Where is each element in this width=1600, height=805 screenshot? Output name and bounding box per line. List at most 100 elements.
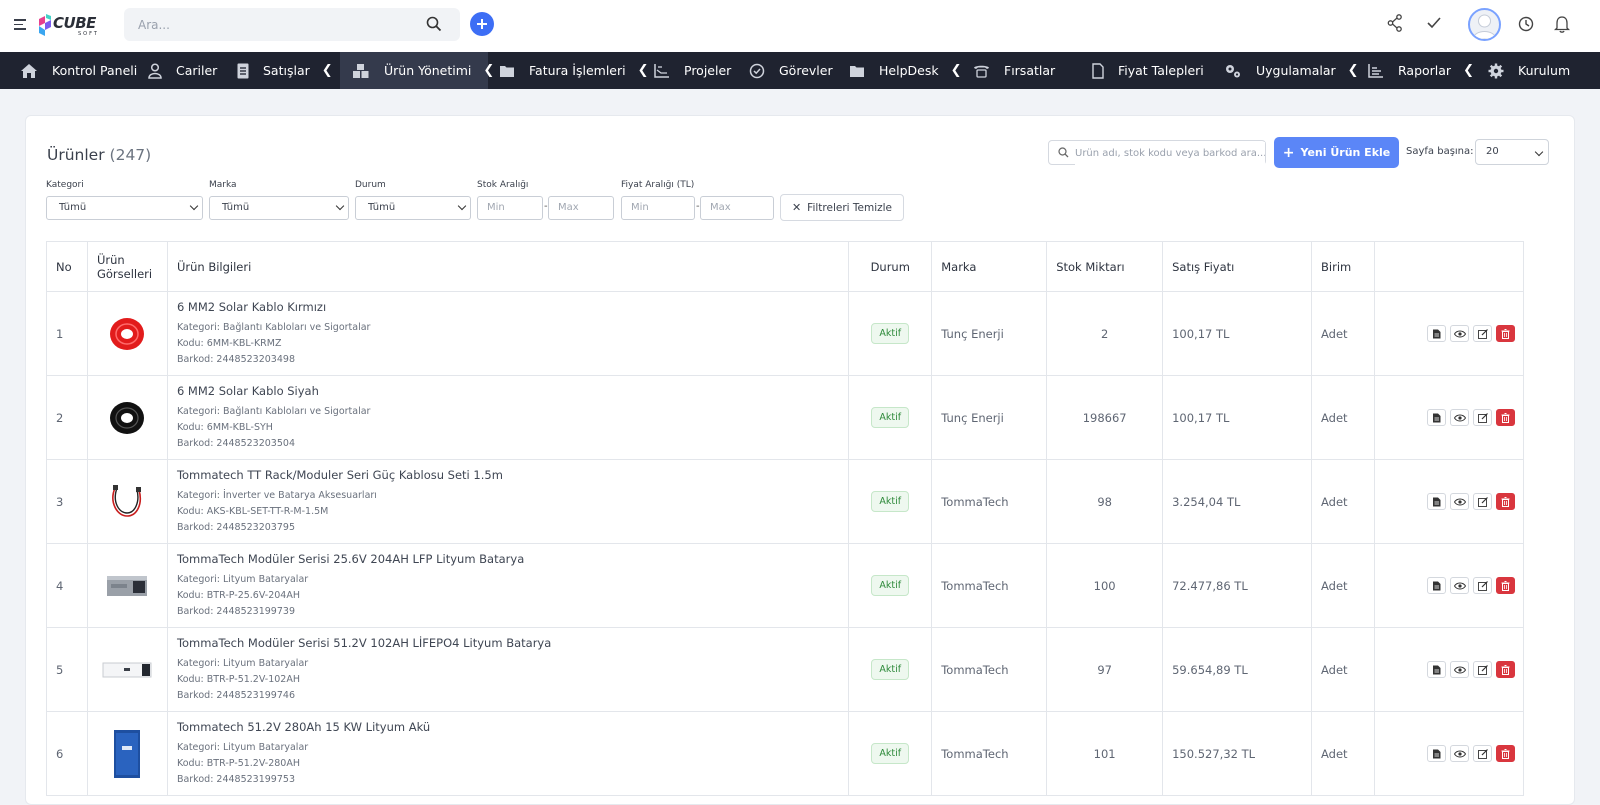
nav-item-helpdesk[interactable]: HelpDesk ❮: [849, 52, 961, 89]
checkmark-icon[interactable]: [1427, 17, 1441, 29]
nav-item-fatura-islemleri[interactable]: Fatura İşlemleri ❮: [499, 52, 649, 89]
stok-max-input[interactable]: Max: [548, 196, 614, 220]
view-button[interactable]: [1450, 409, 1469, 426]
table-row[interactable]: 2 6 MM2 Solar Kablo Siyah Kategori: Bağl…: [46, 375, 1525, 460]
cell-thumbnail[interactable]: [86, 375, 168, 460]
nav-label: Raporlar: [1398, 63, 1452, 78]
col-header-bilgiler[interactable]: Ürün Bilgileri: [166, 241, 850, 292]
share-icon[interactable]: [1387, 14, 1403, 32]
avatar[interactable]: [1468, 8, 1501, 41]
nav-item-firsatlar[interactable]: Fırsatlar: [973, 52, 1055, 89]
col-header-birim[interactable]: Birim: [1311, 241, 1375, 292]
fiyat-max-input[interactable]: Max: [700, 196, 774, 220]
chevron-left-icon: ❮: [637, 63, 649, 78]
table-row[interactable]: 4 TommaTech Modüler Serisi 25.6V 204AH L…: [46, 543, 1525, 628]
col-header-marka[interactable]: Marka: [931, 241, 1048, 292]
edit-button[interactable]: [1473, 493, 1492, 510]
document-button[interactable]: [1427, 409, 1446, 426]
product-thumbnail[interactable]: [102, 393, 152, 443]
durum-select[interactable]: Tümü: [355, 196, 471, 220]
delete-button[interactable]: [1496, 577, 1515, 594]
product-name[interactable]: 6 MM2 Solar Kablo Siyah: [177, 384, 848, 398]
quick-add-button[interactable]: [470, 12, 494, 36]
view-button[interactable]: [1450, 577, 1469, 594]
product-name[interactable]: TommaTech Modüler Serisi 25.6V 204AH LFP…: [177, 552, 848, 566]
product-thumbnail[interactable]: [102, 645, 152, 695]
delete-button[interactable]: [1496, 661, 1515, 678]
delete-button[interactable]: [1496, 745, 1515, 762]
fiyat-min-input[interactable]: Min: [621, 196, 695, 220]
product-thumbnail[interactable]: [102, 729, 152, 779]
menu-toggle-icon[interactable]: [14, 19, 26, 31]
nav-item-kurulum[interactable]: Kurulum: [1488, 52, 1570, 89]
edit-button[interactable]: [1473, 661, 1492, 678]
per-page-select[interactable]: 20: [1475, 139, 1549, 165]
document-button[interactable]: [1427, 745, 1446, 762]
col-header-durum[interactable]: Durum: [848, 241, 933, 292]
nav-item-cariler[interactable]: Cariler: [148, 52, 217, 89]
stok-min-input[interactable]: Min: [477, 196, 543, 220]
product-name[interactable]: TommaTech Modüler Serisi 51.2V 102AH LİF…: [177, 636, 848, 650]
nav-item-fiyat-talepleri[interactable]: Fiyat Talepleri: [1092, 52, 1204, 89]
product-name[interactable]: Tommatech TT Rack/Moduler Seri Güç Kablo…: [177, 468, 848, 482]
view-button[interactable]: [1450, 493, 1469, 510]
table-row[interactable]: 5 TommaTech Modüler Serisi 51.2V 102AH L…: [46, 627, 1525, 712]
product-thumbnail-image: [110, 401, 145, 434]
nav-item-satislar[interactable]: Satışlar ❮: [237, 52, 333, 89]
product-thumbnail[interactable]: [102, 477, 152, 527]
delete-button[interactable]: [1496, 409, 1515, 426]
edit-icon: [1477, 496, 1488, 507]
product-thumbnail[interactable]: [102, 561, 152, 611]
product-name[interactable]: Tommatech 51.2V 280Ah 15 KW Lityum Akü: [177, 720, 848, 734]
nav-item-gorevler[interactable]: Görevler: [749, 52, 833, 89]
table-row[interactable]: 3 Tommatech TT Rack/Moduler Seri Güç Kab…: [46, 459, 1525, 544]
delete-button[interactable]: [1496, 493, 1515, 510]
cell-thumbnail[interactable]: [86, 291, 168, 376]
cell-actions: [1373, 375, 1525, 460]
document-button[interactable]: [1427, 493, 1446, 510]
col-header-no[interactable]: No: [46, 241, 88, 292]
bell-icon[interactable]: [1554, 15, 1570, 33]
nav-item-urun-yonetimi[interactable]: Ürün Yönetimi ❮: [340, 52, 494, 89]
marka-select[interactable]: Tümü: [209, 196, 349, 220]
logo[interactable]: CUBE SOFT: [37, 11, 103, 39]
table-row[interactable]: 1 6 MM2 Solar Kablo Kırmızı Kategori: Ba…: [46, 291, 1525, 376]
document-button[interactable]: [1427, 661, 1446, 678]
delete-button[interactable]: [1496, 325, 1515, 342]
view-button[interactable]: [1450, 745, 1469, 762]
add-product-label: Yeni Ürün Ekle: [1300, 146, 1391, 159]
nav-item-uygulamalar[interactable]: Uygulamalar ❮: [1224, 52, 1359, 89]
clear-filters-button[interactable]: ✕ Filtreleri Temizle: [780, 194, 904, 221]
global-search-input[interactable]: [124, 8, 404, 41]
kategori-select[interactable]: Tümü: [46, 196, 203, 220]
cell-thumbnail[interactable]: [86, 711, 168, 796]
edit-icon: [1477, 748, 1488, 759]
table-row[interactable]: 6 Tommatech 51.2V 280Ah 15 KW Lityum Akü…: [46, 711, 1525, 796]
add-product-button[interactable]: + Yeni Ürün Ekle: [1274, 137, 1399, 168]
cell-thumbnail[interactable]: [86, 627, 168, 712]
edit-button[interactable]: [1473, 409, 1492, 426]
product-name[interactable]: 6 MM2 Solar Kablo Kırmızı: [177, 300, 848, 314]
document-button[interactable]: [1427, 577, 1446, 594]
product-code: Kodu: BTR-P-51.2V-280AH: [176, 757, 300, 769]
nav-item-kontrol-paneli[interactable]: Kontrol Paneli: [20, 52, 137, 89]
col-header-fiyat[interactable]: Satış Fiyatı: [1162, 241, 1313, 292]
history-icon[interactable]: [1518, 16, 1534, 32]
view-button[interactable]: [1450, 325, 1469, 342]
product-code: Kodu: BTR-P-25.6V-204AH: [176, 589, 300, 601]
edit-button[interactable]: [1473, 745, 1492, 762]
nav-item-projeler[interactable]: Projeler: [654, 52, 731, 89]
status-badge: Aktif: [871, 491, 910, 512]
edit-button[interactable]: [1473, 577, 1492, 594]
product-thumbnail[interactable]: [102, 309, 152, 359]
col-header-stok[interactable]: Stok Miktarı: [1046, 241, 1164, 292]
nav-item-raporlar[interactable]: Raporlar ❮: [1368, 52, 1474, 89]
view-button[interactable]: [1450, 661, 1469, 678]
document-icon: [1433, 581, 1441, 590]
cell-thumbnail[interactable]: [86, 459, 168, 544]
edit-button[interactable]: [1473, 325, 1492, 342]
search-icon[interactable]: [426, 16, 442, 32]
document-button[interactable]: [1427, 325, 1446, 342]
cell-thumbnail[interactable]: [86, 543, 168, 628]
product-search-input[interactable]: [1075, 142, 1265, 165]
